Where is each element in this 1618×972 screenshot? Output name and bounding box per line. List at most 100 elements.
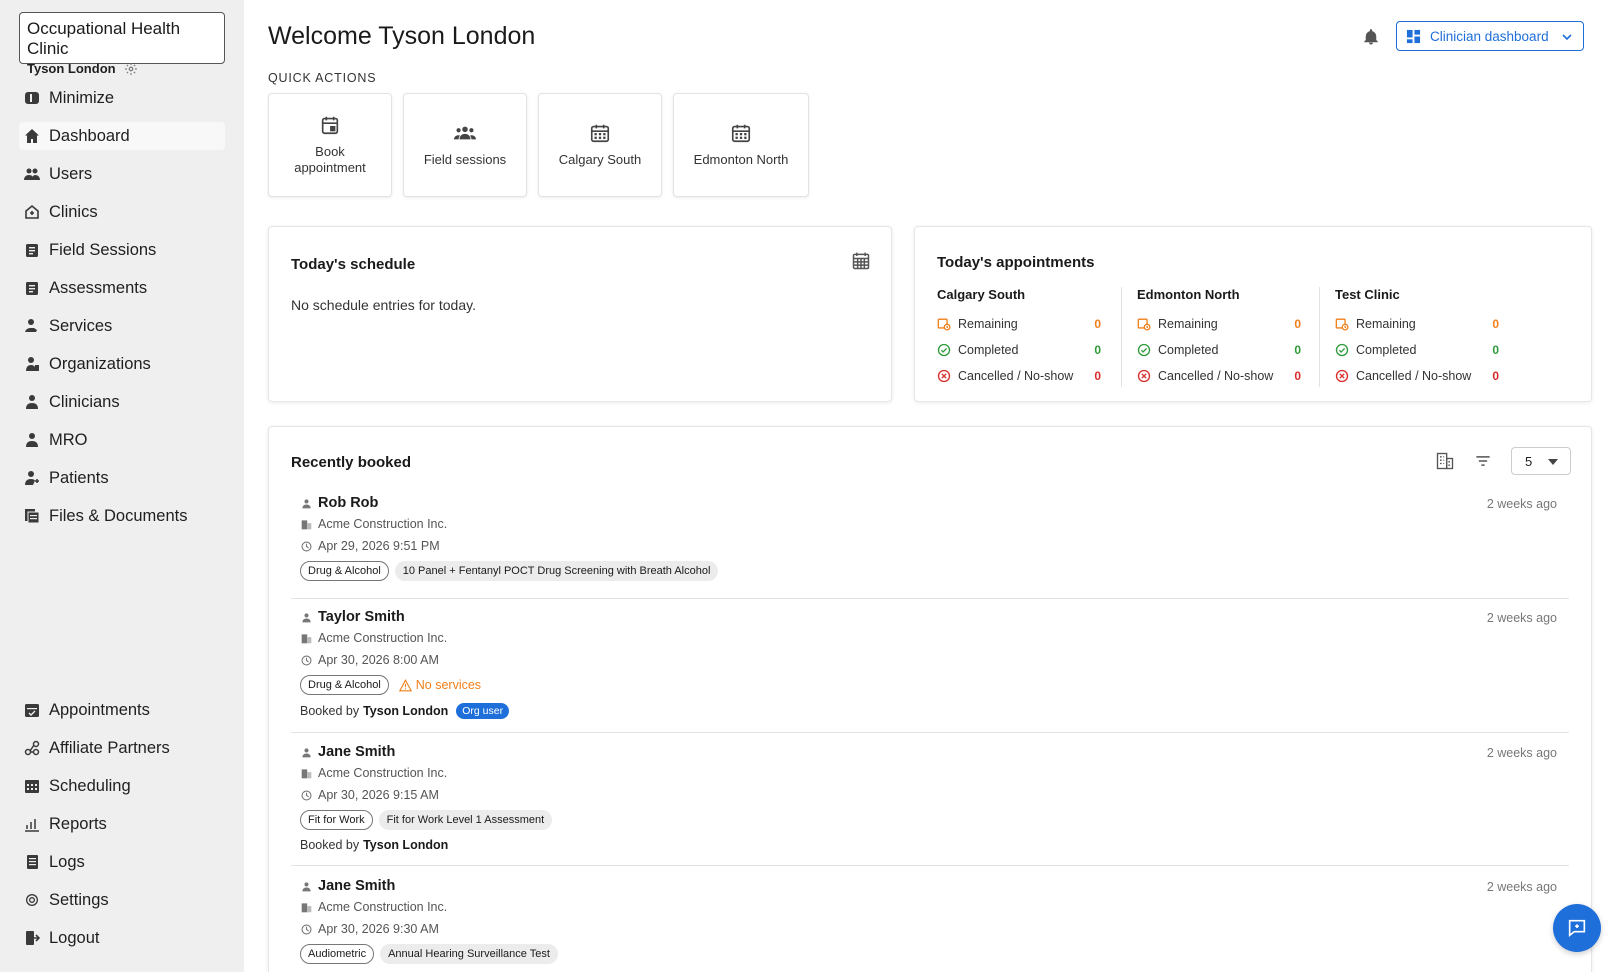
booking-item[interactable]: Jane Smith Acme Construction Inc. Apr 30… (291, 876, 1569, 964)
sidebar-item-users[interactable]: Users (19, 160, 225, 188)
datetime-row: Apr 30, 2026 9:15 AM (291, 784, 1569, 806)
sidebar-item-services[interactable]: Services (19, 312, 225, 340)
sidebar-item-appointments[interactable]: Appointments (19, 696, 225, 724)
completed-count: 0 (1094, 343, 1101, 357)
booked-by-row: Booked by Tyson London Org user (291, 703, 1569, 719)
org-row: Acme Construction Inc. (291, 896, 1569, 918)
calendar-icon[interactable] (851, 251, 871, 271)
chevron-down-icon (1562, 34, 1572, 41)
org-user-badge: Org user (456, 703, 510, 719)
sidebar-item-label: Dashboard (49, 126, 130, 145)
sidebar-item-label: Patients (49, 468, 109, 487)
booking-item[interactable]: Jane Smith Acme Construction Inc. Apr 30… (291, 742, 1569, 852)
sidebar-item-assessments[interactable]: Assessments (19, 274, 225, 302)
org-row: Acme Construction Inc. (291, 627, 1569, 649)
check-circle-icon (937, 343, 951, 357)
quick-action-label: Book appointment (294, 144, 366, 175)
clinic-icon (24, 204, 40, 220)
completed-label: Completed (1158, 343, 1219, 357)
cancelled-count: 0 (1094, 369, 1101, 383)
building-icon[interactable] (1435, 451, 1455, 471)
cancelled-count: 0 (1492, 369, 1499, 383)
page-title: Welcome Tyson London (268, 22, 536, 50)
sidebar-item-label: Assessments (49, 278, 148, 297)
dashboard-select[interactable]: Clinician dashboard (1396, 21, 1584, 51)
booked-ago: 2 weeks ago (1486, 880, 1557, 894)
booking-item[interactable]: Rob Rob Acme Construction Inc. Apr 29, 2… (291, 493, 1569, 581)
sidebar-item-label: Users (49, 164, 93, 183)
clock-icon (301, 789, 312, 801)
quick-action-field-sessions[interactable]: Field sessions (403, 93, 527, 197)
sidebar-item-affiliate-partners[interactable]: Affiliate Partners (19, 734, 225, 762)
schedule-empty-text: No schedule entries for today. (291, 297, 476, 313)
building-icon (301, 519, 312, 529)
column-divider (1319, 287, 1320, 387)
chat-button[interactable] (1553, 904, 1601, 952)
sidebar-item-mro[interactable]: MRO (19, 426, 225, 454)
user-name: Tyson London (27, 61, 116, 76)
booking-item[interactable]: Taylor Smith Acme Construction Inc. Apr … (291, 607, 1569, 719)
sidebar-item-clinicians[interactable]: Clinicians (19, 388, 225, 416)
cancelled-count: 0 (1294, 369, 1301, 383)
page-size-select[interactable]: 5 (1511, 447, 1571, 475)
organization-name: Acme Construction Inc. (318, 517, 448, 531)
clinic-switcher[interactable]: Occupational Health Clinic Tyson London (19, 12, 225, 76)
appointments-icon (24, 702, 40, 718)
booked-by-row: Booked by Tyson London (291, 838, 1569, 852)
sidebar-item-label: Clinics (49, 202, 98, 221)
quick-action-label: Field sessions (423, 152, 507, 167)
completed-label: Completed (1356, 343, 1417, 357)
files-icon (24, 508, 40, 524)
chat-icon (1568, 919, 1586, 938)
todays-appointments-panel: Today's appointments Calgary South Remai… (914, 226, 1592, 402)
completed-count: 0 (1492, 343, 1499, 357)
remaining-row: Remaining 0 (937, 311, 1101, 337)
caret-down-icon (1548, 459, 1558, 465)
patient-row: Taylor Smith (291, 607, 1569, 627)
sidebar-item-logout[interactable]: Logout (19, 924, 225, 952)
booked-ago: 2 weeks ago (1486, 746, 1557, 760)
quick-action-calgary-south[interactable]: Calgary South (538, 93, 662, 197)
quick-action-book-appointment[interactable]: Book appointment (268, 93, 392, 197)
remaining-row: Remaining 0 (1137, 311, 1301, 337)
building-icon (301, 902, 312, 912)
minimize-icon (24, 90, 40, 106)
no-services-warning: No services (398, 678, 482, 692)
category-chip: Audiometric (300, 944, 375, 964)
quick-action-edmonton-north[interactable]: Edmonton North (673, 93, 809, 197)
datetime-row: Apr 30, 2026 9:30 AM (291, 918, 1569, 940)
sidebar-item-label: Settings (49, 890, 109, 909)
gear-icon[interactable] (124, 62, 138, 76)
category-chip: Drug & Alcohol (300, 675, 389, 695)
service-chips: Drug & Alcohol 10 Panel + Fentanyl POCT … (291, 561, 1569, 581)
sidebar-item-dashboard[interactable]: Dashboard (19, 122, 225, 150)
sidebar-item-files-documents[interactable]: Files & Documents (19, 502, 225, 530)
remaining-label: Remaining (1356, 317, 1416, 331)
mro-icon (24, 432, 40, 448)
cancelled-row: Cancelled / No-show 0 (937, 363, 1101, 389)
bell-icon[interactable] (1362, 28, 1380, 46)
calendar-add-icon (321, 116, 339, 135)
sidebar-item-field-sessions[interactable]: Field Sessions (19, 236, 225, 264)
sidebar-item-label: Services (49, 316, 113, 335)
filter-icon[interactable] (1473, 451, 1493, 471)
datetime-row: Apr 30, 2026 8:00 AM (291, 649, 1569, 671)
patient-row: Jane Smith (291, 742, 1569, 762)
recently-booked-toolbar: 5 (1435, 447, 1571, 475)
sidebar-item-organizations[interactable]: Organizations (19, 350, 225, 378)
remaining-count: 0 (1294, 317, 1301, 331)
patient-name: Rob Rob (318, 495, 379, 511)
sidebar-item-patients[interactable]: Patients (19, 464, 225, 492)
sidebar-item-clinics[interactable]: Clinics (19, 198, 225, 226)
gear-icon (24, 892, 40, 908)
sidebar-item-reports[interactable]: Reports (19, 810, 225, 838)
schedule-title: Today's schedule (291, 256, 416, 273)
warning-text: No services (415, 678, 482, 692)
sidebar-item-settings[interactable]: Settings (19, 886, 225, 914)
sidebar-item-minimize[interactable]: Minimize (19, 84, 225, 112)
sidebar-item-scheduling[interactable]: Scheduling (19, 772, 225, 800)
sidebar-item-logs[interactable]: Logs (19, 848, 225, 876)
sidebar-item-label: Logs (49, 852, 85, 871)
calendar-icon (590, 124, 610, 143)
patient-name: Jane Smith (318, 744, 396, 760)
